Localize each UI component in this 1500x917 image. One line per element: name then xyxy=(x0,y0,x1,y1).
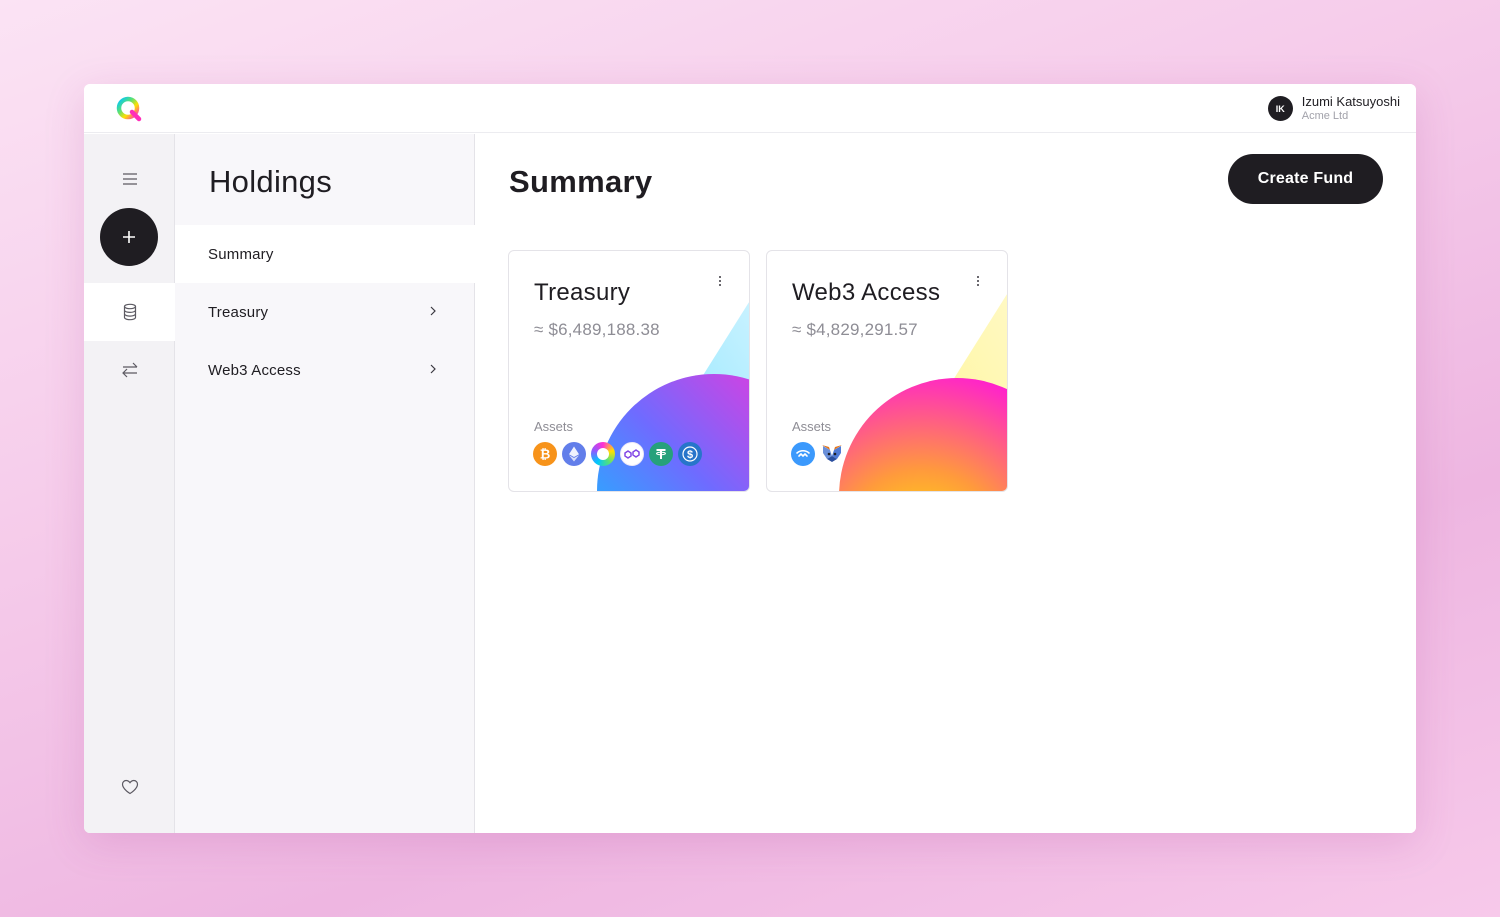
polygon-icon xyxy=(620,442,644,466)
chevron-right-icon xyxy=(430,306,436,316)
fund-card-web3-access[interactable]: Web3 Access ≈ $4,829,291.57 Assets xyxy=(766,250,1008,492)
create-fund-button[interactable]: Create Fund xyxy=(1228,154,1383,204)
fund-card-treasury[interactable]: Treasury ≈ $6,489,188.38 Assets ₿ $ xyxy=(508,250,750,492)
card-value: ≈ $6,489,188.38 xyxy=(534,320,660,339)
subnav-item-label: Summary xyxy=(208,245,274,263)
more-vertical-icon[interactable] xyxy=(969,271,987,291)
subnav-item-treasury[interactable]: Treasury xyxy=(175,283,475,341)
page-title: Summary xyxy=(509,164,653,199)
menu-icon xyxy=(122,173,137,185)
svg-text:₿: ₿ xyxy=(540,447,551,461)
walletconnect-icon xyxy=(791,442,815,466)
top-bar: IK Izumi Katsuyoshi Acme Ltd xyxy=(84,84,1416,133)
tether-icon xyxy=(649,442,673,466)
favorites-button[interactable] xyxy=(84,758,175,816)
subnav-item-web3-access[interactable]: Web3 Access xyxy=(175,341,475,399)
swap-arrows-icon xyxy=(121,362,137,378)
user-name: Izumi Katsuyoshi xyxy=(1301,94,1400,109)
chevron-right-icon xyxy=(430,364,436,374)
ethereum-icon xyxy=(562,442,586,466)
assets-label: Assets xyxy=(534,419,574,434)
asset-icons xyxy=(791,442,844,466)
transfers-nav-button[interactable] xyxy=(84,341,175,399)
subnav-item-summary[interactable]: Summary xyxy=(175,225,475,283)
asset-icons: ₿ $ xyxy=(533,442,702,466)
user-profile[interactable]: IK Izumi Katsuyoshi Acme Ltd xyxy=(1267,94,1400,123)
subnav-item-label: Treasury xyxy=(208,303,269,321)
icon-rail xyxy=(84,134,175,833)
usdc-icon: $ xyxy=(678,442,702,466)
database-icon xyxy=(123,303,136,321)
menu-button[interactable] xyxy=(84,150,175,208)
svg-text:$: $ xyxy=(687,449,693,461)
add-button[interactable] xyxy=(100,208,158,266)
user-org: Acme Ltd xyxy=(1301,110,1349,122)
holdings-subnav: Holdings Summary Treasury Web3 Access xyxy=(175,134,475,833)
plus-icon xyxy=(123,231,135,243)
avatar: IK xyxy=(1267,96,1293,121)
main-content: Summary Create Fund Treasury ≈ $6,489,18… xyxy=(475,134,1416,833)
card-title: Treasury xyxy=(534,279,631,306)
subnav-item-label: Web3 Access xyxy=(208,361,301,379)
app-logo[interactable] xyxy=(114,94,144,124)
more-vertical-icon[interactable] xyxy=(711,271,729,291)
bitcoin-icon: ₿ xyxy=(533,442,557,466)
card-value: ≈ $4,829,291.57 xyxy=(792,320,918,339)
assets-label: Assets xyxy=(792,419,832,434)
card-title: Web3 Access xyxy=(792,279,941,306)
token-ring-icon xyxy=(591,442,615,466)
metamask-icon xyxy=(820,442,844,466)
subnav-title: Holdings xyxy=(209,164,333,199)
holdings-nav-button[interactable] xyxy=(84,283,175,341)
app-window: IK Izumi Katsuyoshi Acme Ltd Holdings Su… xyxy=(84,84,1416,833)
heart-icon xyxy=(121,779,138,795)
